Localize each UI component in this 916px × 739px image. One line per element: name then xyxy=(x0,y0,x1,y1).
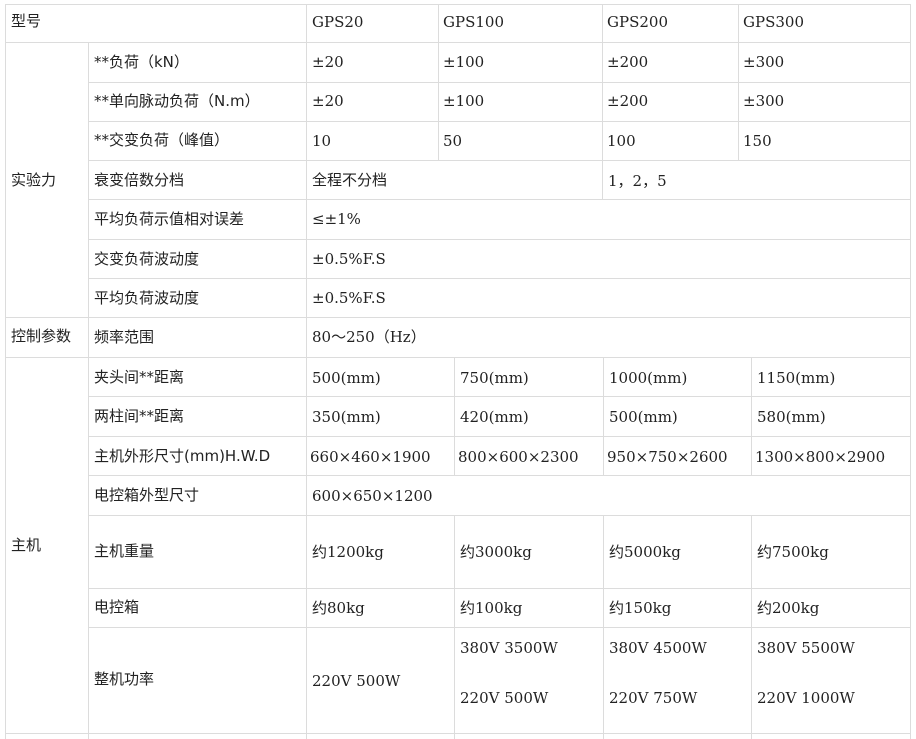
group-main-unit: 主机 xyxy=(11,536,42,554)
row-pulse-load-label: **单向脉动负荷（N.m） xyxy=(94,92,260,110)
row-column-dist-label: 两柱间**距离 xyxy=(94,407,185,425)
group-control-params: 控制参数 xyxy=(11,327,72,345)
cabinet-dims-value: 600×650×1200 xyxy=(312,487,433,505)
weight-gps200: 约5000kg xyxy=(609,543,681,561)
cabinet-gps200: 约150kg xyxy=(609,599,672,617)
row-attenuation-label: 衰变倍数分档 xyxy=(94,171,185,189)
row-avg-fluct-label: 平均负荷波动度 xyxy=(94,289,200,307)
pulse-load-gps20: ±20 xyxy=(312,92,344,110)
row-weight-label: 主机重量 xyxy=(94,542,155,560)
column-dist-gps100: 420(mm) xyxy=(460,408,529,426)
row-power-label: 整机功率 xyxy=(94,670,155,688)
row-freq-label: 频率范围 xyxy=(94,328,155,346)
weight-gps20: 约1200kg xyxy=(312,543,384,561)
clamp-dist-gps200: 1000(mm) xyxy=(609,369,688,387)
dims-gps100: 800×600×2300 xyxy=(458,448,579,466)
cabinet-gps300: 约200kg xyxy=(757,599,820,617)
load-gps100: ±100 xyxy=(443,53,485,71)
row-cabinet-dims-label: 电控箱外型尺寸 xyxy=(94,486,200,504)
power-gps20: 220V 500W xyxy=(312,672,401,690)
dims-gps300: 1300×800×2900 xyxy=(755,448,886,466)
row-alt-load-label: **交变负荷（峰值） xyxy=(94,131,230,149)
avg-fluct-value: ±0.5%F.S xyxy=(312,289,386,307)
alt-load-gps100: 50 xyxy=(443,132,463,150)
clamp-dist-gps300: 1150(mm) xyxy=(757,369,836,387)
row-load-label: **负荷（kN） xyxy=(94,53,189,71)
avg-error-value: ≤±1% xyxy=(312,210,361,228)
model-gps100: GPS100 xyxy=(443,13,504,31)
clamp-dist-gps100: 750(mm) xyxy=(460,369,529,387)
pulse-load-gps100: ±100 xyxy=(443,92,485,110)
column-dist-gps200: 500(mm) xyxy=(609,408,678,426)
dims-gps200: 950×750×2600 xyxy=(607,448,728,466)
alt-load-gps20: 10 xyxy=(312,132,332,150)
cabinet-gps20: 约80kg xyxy=(312,599,365,617)
clamp-dist-gps20: 500(mm) xyxy=(312,369,381,387)
power-gps200-380v: 380V 4500W xyxy=(609,639,707,657)
pulse-load-gps200: ±200 xyxy=(607,92,649,110)
row-cabinet-label: 电控箱 xyxy=(94,598,140,616)
dims-gps20: 660×460×1900 xyxy=(310,448,431,466)
row-dims-label: 主机外形尺寸(mm)H.W.D xyxy=(94,447,271,465)
column-dist-gps20: 350(mm) xyxy=(312,408,381,426)
load-gps300: ±300 xyxy=(743,53,785,71)
model-gps200: GPS200 xyxy=(607,13,668,31)
row-clamp-dist-label: 夹头间**距离 xyxy=(94,368,185,386)
weight-gps100: 约3000kg xyxy=(460,543,532,561)
cabinet-gps100: 约100kg xyxy=(460,599,523,617)
alt-fluct-value: ±0.5%F.S xyxy=(312,250,386,268)
row-alt-fluct-label: 交变负荷波动度 xyxy=(94,250,200,268)
group-test-force: 实验力 xyxy=(11,171,57,189)
attenuation-value-b: 1，2，5 xyxy=(608,172,667,190)
attenuation-value-a: 全程不分档 xyxy=(312,171,388,189)
alt-load-gps300: 150 xyxy=(743,132,772,150)
power-gps100-380v: 380V 3500W xyxy=(460,639,558,657)
power-gps300-380v: 380V 5500W xyxy=(757,639,855,657)
model-header-label: 型号 xyxy=(11,12,42,30)
pulse-load-gps300: ±300 xyxy=(743,92,785,110)
load-gps20: ±20 xyxy=(312,53,344,71)
row-avg-error-label: 平均负荷示值相对误差 xyxy=(94,210,245,228)
power-gps300-220v: 220V 1000W xyxy=(757,689,855,707)
weight-gps300: 约7500kg xyxy=(757,543,829,561)
model-gps20: GPS20 xyxy=(312,13,364,31)
load-gps200: ±200 xyxy=(607,53,649,71)
column-dist-gps300: 580(mm) xyxy=(757,408,826,426)
alt-load-gps200: 100 xyxy=(607,132,636,150)
freq-value: 80～250（Hz） xyxy=(312,328,426,346)
model-gps300: GPS300 xyxy=(743,13,804,31)
power-gps100-220v: 220V 500W xyxy=(460,689,549,707)
power-gps200-220v: 220V 750W xyxy=(609,689,698,707)
